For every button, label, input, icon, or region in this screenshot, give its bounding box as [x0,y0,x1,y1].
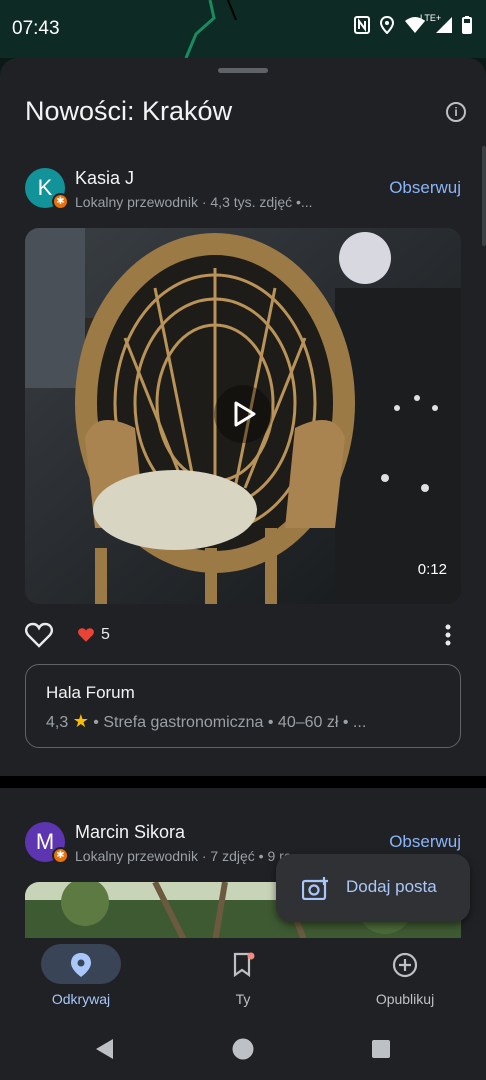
add-post-label: Dodaj posta [346,877,437,896]
nav-label: Ty [235,991,251,1007]
nfc-icon [354,16,370,37]
nav-item-odkrywaj[interactable]: Odkrywaj [0,938,162,1024]
add-circle-icon [392,952,418,983]
back-icon[interactable] [94,1038,114,1065]
nav-label: Odkrywaj [51,991,111,1007]
system-navigation-bar [0,1024,486,1080]
post-divider [0,776,486,788]
network-type-label: LTE+ [420,13,442,23]
star-icon: ★ [72,711,89,731]
separator-dot: • [267,714,278,731]
place-category: Strefa gastronomiczna [103,714,264,731]
like-count: 5 [77,626,110,644]
video-thumbnail[interactable]: 0:12 [25,228,461,604]
local-guide-badge-icon: ✱ [52,847,69,864]
heart-filled-icon [78,628,94,642]
follow-button[interactable]: Obserwuj [389,178,461,198]
nav-label: Opublikuj [375,991,435,1007]
bookmark-icon [232,952,256,983]
play-icon [234,401,256,427]
recents-icon[interactable] [371,1039,391,1064]
more-vert-icon[interactable] [445,624,451,651]
place-card[interactable]: Hala Forum 4,3 ★ • Strefa gastronomiczna… [25,664,461,748]
bottom-navigation: Odkrywaj Ty Opublikuj [0,938,486,1024]
video-duration: 0:12 [417,561,447,578]
status-bar: 07:43 LTE+ [0,0,486,58]
place-rating: 4,3 [46,714,69,731]
location-icon [379,15,395,37]
status-icons: LTE+ [354,13,472,37]
follow-button[interactable]: Obserwuj [389,832,461,852]
home-icon[interactable] [232,1038,254,1065]
author-name[interactable]: Kasia J [75,168,134,189]
author-name[interactable]: Marcin Sikora [75,822,185,843]
add-photo-icon [301,876,330,905]
place-name: Hala Forum [46,683,135,702]
separator-dot: • [93,714,104,731]
avatar[interactable]: M ✱ [25,822,69,864]
place-price: 40–60 zł [277,714,339,731]
author-meta: Lokalny przewodnik · 4,3 tys. zdjęć •... [75,194,313,210]
avatar[interactable]: K ✱ [25,168,69,210]
separator-dot: • [342,714,353,731]
post-actions: 5 [25,622,461,652]
page-title: Nowości: Kraków [25,96,233,126]
avatar-letter: M [35,829,55,854]
info-icon[interactable]: i [446,102,466,122]
drag-handle[interactable] [218,68,268,73]
like-count-value: 5 [101,626,110,643]
location-pin-icon [70,952,92,983]
play-button[interactable] [214,385,272,443]
nav-item-opublikuj[interactable]: Opublikuj [324,938,486,1024]
nav-item-ty[interactable]: Ty [162,938,324,1024]
avatar-letter: K [37,175,53,200]
place-meta: 4,3 ★ • Strefa gastronomiczna • 40–60 zł… [46,711,366,732]
clock: 07:43 [12,18,60,39]
news-feed-sheet[interactable]: Nowości: Kraków i K ✱ Kasia J Lokalny pr… [0,58,486,938]
battery-icon [462,16,472,37]
wifi-icon: LTE+ [404,13,441,36]
heart-outline-icon[interactable] [25,622,53,653]
place-more: ... [352,714,367,731]
local-guide-badge-icon: ✱ [52,193,69,210]
scrollbar[interactable] [482,146,486,246]
add-post-button[interactable]: Dodaj posta [276,854,470,922]
